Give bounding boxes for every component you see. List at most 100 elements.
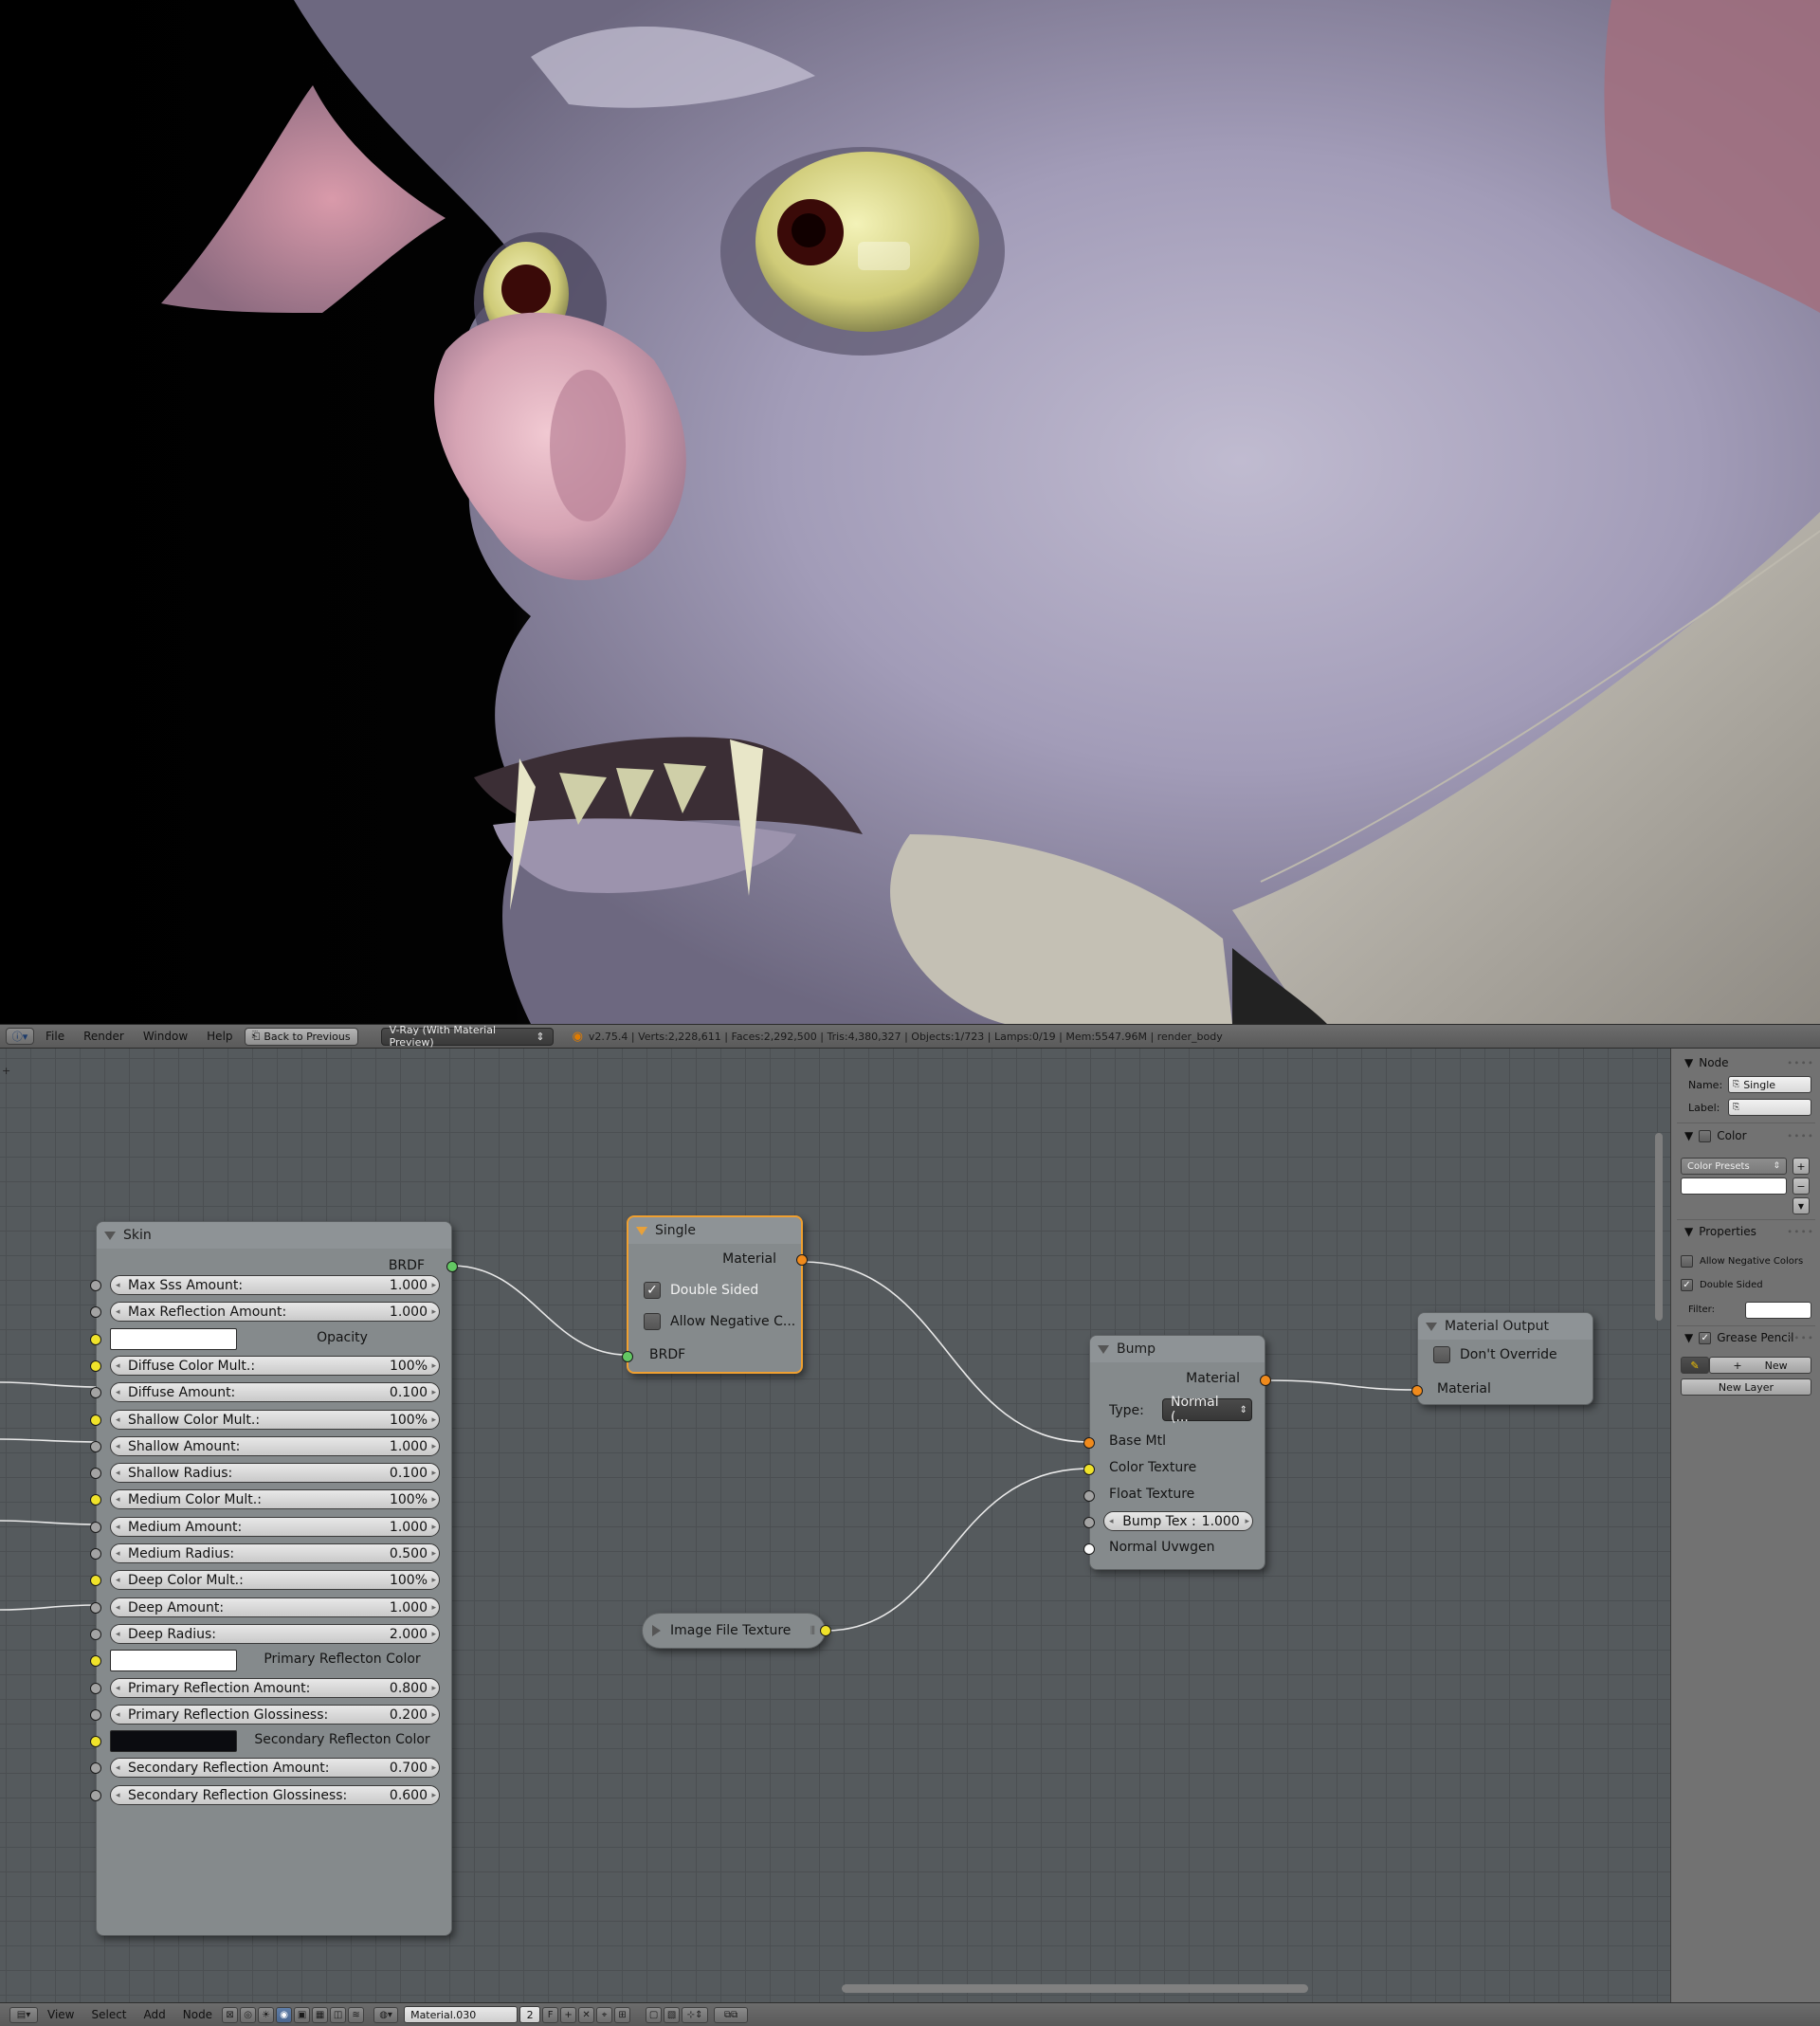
snap-toggle-icon[interactable]: ▢: [646, 2006, 663, 2023]
input-socket[interactable]: [90, 1522, 101, 1533]
expand-triangle-icon[interactable]: [652, 1625, 661, 1636]
grease-pencil-source-select[interactable]: ✎: [1681, 1357, 1709, 1374]
input-socket[interactable]: [90, 1709, 101, 1721]
collapse-triangle-icon[interactable]: [1098, 1344, 1109, 1354]
input-socket[interactable]: [90, 1415, 101, 1426]
input-socket[interactable]: [90, 1387, 101, 1398]
input-socket[interactable]: [90, 1629, 101, 1640]
grease-pencil-section-header[interactable]: ▼ ✓ Grease Pencil: [1684, 1331, 1793, 1344]
menu-add[interactable]: Add: [136, 2008, 173, 2021]
menu-view[interactable]: View: [40, 2008, 82, 2021]
skin-param-field[interactable]: Shallow Amount: 1.000: [110, 1436, 440, 1456]
layers-icon[interactable]: ≋: [348, 2006, 365, 2023]
output-material-socket[interactable]: [1260, 1375, 1271, 1386]
skin-param-field[interactable]: Medium Amount: 1.000: [110, 1517, 440, 1537]
input-socket[interactable]: [90, 1468, 101, 1479]
node-skin[interactable]: Skin BRDF Max Sss Amount:1.000Max Reflec…: [90, 1221, 458, 1936]
drag-handle-icon[interactable]: ∙∙∙∙: [1787, 1227, 1814, 1237]
material-browse-button[interactable]: ◍▾: [373, 2006, 399, 2023]
node-single[interactable]: Single Material ✓ Double Sided Allow Neg…: [622, 1215, 808, 1374]
menu-window[interactable]: Window: [136, 1030, 195, 1043]
add-material-icon[interactable]: +: [560, 2006, 577, 2023]
skin-param-field[interactable]: Deep Radius: 2.000: [110, 1624, 440, 1644]
skin-param-field[interactable]: Deep Color Mult.: 100%: [110, 1570, 440, 1590]
skin-param-field[interactable]: Secondary Reflection Amount: 0.700: [110, 1758, 440, 1778]
unlink-material-icon[interactable]: ✕: [578, 2006, 595, 2023]
output-color-socket[interactable]: [820, 1625, 831, 1636]
node-image-file-texture[interactable]: Image File Texture ⦀: [642, 1613, 831, 1649]
node-editor[interactable]: + Skin BRDF Max Sss Amount:1.000Max Refl…: [0, 1049, 1670, 2002]
label-field[interactable]: ⎘: [1728, 1099, 1811, 1116]
grease-pencil-checkbox[interactable]: ✓: [1699, 1331, 1712, 1344]
horizontal-scrollbar[interactable]: [842, 1984, 1308, 1993]
output-material-socket[interactable]: [796, 1254, 808, 1266]
snap-mode-select[interactable]: ⊹⇕: [682, 2006, 709, 2023]
input-color-texture-socket[interactable]: [1083, 1464, 1095, 1475]
menu-node[interactable]: Node: [175, 2008, 220, 2021]
color-swatch[interactable]: [1681, 1177, 1787, 1195]
input-socket[interactable]: [90, 1441, 101, 1452]
skin-param-field[interactable]: Diffuse Color Mult.: 100%: [110, 1356, 440, 1376]
color-section-header[interactable]: ▼ Color: [1684, 1129, 1747, 1142]
snap-element-icon[interactable]: ▧: [664, 2006, 681, 2023]
render-tree-icon[interactable]: ▣: [294, 2006, 311, 2023]
back-to-previous-button[interactable]: ⎗ Back to Previous: [244, 1027, 358, 1046]
material-users-count[interactable]: 2: [519, 2006, 541, 2023]
input-float-texture-socket[interactable]: [1083, 1490, 1095, 1502]
input-socket[interactable]: [90, 1736, 101, 1747]
pin-icon[interactable]: ⌖: [596, 2006, 613, 2023]
new-grease-pencil-button[interactable]: + New: [1709, 1357, 1811, 1374]
node-single-header[interactable]: Single: [628, 1217, 801, 1244]
allow-negative-checkbox[interactable]: Allow Negative C...: [644, 1313, 795, 1330]
input-socket[interactable]: [90, 1655, 101, 1667]
input-socket[interactable]: [90, 1360, 101, 1372]
input-brdf-socket[interactable]: [622, 1351, 633, 1362]
editor-corner-icon[interactable]: +: [2, 1065, 10, 1077]
input-socket[interactable]: [90, 1575, 101, 1586]
object-tree-icon[interactable]: ◉: [276, 2006, 293, 2023]
input-socket[interactable]: [90, 1306, 101, 1318]
collapse-triangle-icon[interactable]: [104, 1231, 116, 1240]
input-socket[interactable]: [90, 1762, 101, 1774]
color-swatch[interactable]: [110, 1730, 237, 1752]
input-base-mtl-socket[interactable]: [1083, 1437, 1095, 1449]
menu-select[interactable]: Select: [83, 2008, 134, 2021]
node-bump[interactable]: Bump Material Type: Normal (... ⇕ Base M…: [1083, 1335, 1271, 1570]
shader-tree-icon[interactable]: ⊠: [222, 2006, 239, 2023]
skin-param-field[interactable]: Shallow Color Mult.: 100%: [110, 1410, 440, 1430]
skin-param-field[interactable]: Deep Amount: 1.000: [110, 1597, 440, 1617]
skin-param-field[interactable]: Primary Reflection Amount: 0.800: [110, 1678, 440, 1698]
input-socket[interactable]: [90, 1790, 101, 1801]
filter-field[interactable]: [1745, 1302, 1811, 1319]
input-socket[interactable]: [90, 1548, 101, 1560]
dont-override-checkbox[interactable]: Don't Override: [1433, 1346, 1557, 1363]
type-select[interactable]: Normal (... ⇕: [1162, 1395, 1252, 1425]
drag-handle-icon[interactable]: ∙∙∙∙: [1787, 1058, 1814, 1068]
color-swatch[interactable]: [110, 1328, 237, 1350]
scene-tree-icon[interactable]: ◫: [330, 2006, 347, 2023]
node-bump-header[interactable]: Bump: [1090, 1336, 1265, 1362]
input-socket[interactable]: [90, 1683, 101, 1694]
menu-file[interactable]: File: [38, 1030, 72, 1043]
texture-tree-icon[interactable]: ▦: [312, 2006, 329, 2023]
preset-menu-button[interactable]: ▼: [1793, 1197, 1810, 1214]
skin-param-field[interactable]: Max Reflection Amount: 1.000: [110, 1302, 440, 1322]
skin-param-field[interactable]: Max Sss Amount: 1.000: [110, 1275, 440, 1295]
node-material-output-header[interactable]: Material Output: [1418, 1313, 1592, 1340]
menu-render[interactable]: Render: [76, 1030, 132, 1043]
skin-param-field[interactable]: Medium Color Mult.: 100%: [110, 1489, 440, 1509]
skin-param-field[interactable]: Primary Reflection Glossiness: 0.200: [110, 1705, 440, 1725]
allow-negative-colors-checkbox[interactable]: [1681, 1255, 1693, 1268]
skin-param-field[interactable]: Shallow Radius: 0.100: [110, 1463, 440, 1483]
render-engine-select[interactable]: V-Ray (With Material Preview) ⇕: [380, 1024, 554, 1049]
skin-param-field[interactable]: Diffuse Amount: 0.100: [110, 1382, 440, 1402]
properties-section-header[interactable]: ▼ Properties: [1684, 1225, 1756, 1238]
skin-param-field[interactable]: Medium Radius: 0.500: [110, 1543, 440, 1563]
color-swatch[interactable]: [110, 1650, 237, 1671]
lamp-tree-icon[interactable]: ☀: [258, 2006, 275, 2023]
input-socket[interactable]: [90, 1280, 101, 1291]
copy-paste-icons[interactable]: ⧉⧉: [714, 2006, 749, 2023]
fake-user-button[interactable]: F: [542, 2006, 559, 2023]
skin-param-field[interactable]: Secondary Reflection Glossiness: 0.600: [110, 1785, 440, 1805]
collapse-triangle-icon[interactable]: [636, 1226, 647, 1235]
